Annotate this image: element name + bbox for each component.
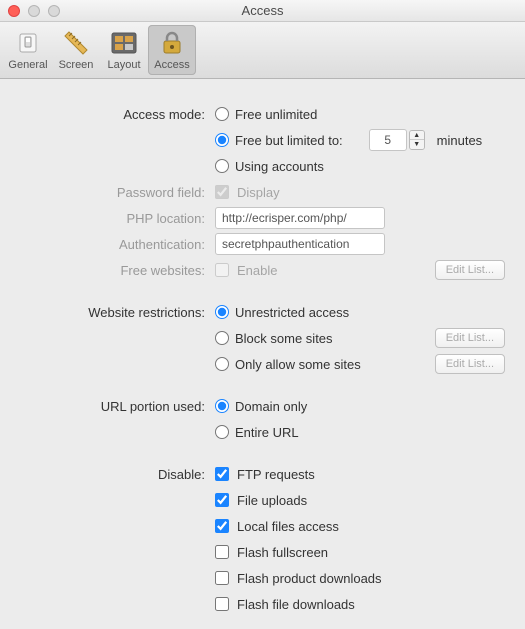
edit-list-button[interactable]: Edit List... xyxy=(435,260,505,280)
checkbox-label: File uploads xyxy=(237,493,307,508)
checkbox-file-uploads[interactable] xyxy=(215,493,229,507)
radio-only-allow[interactable] xyxy=(215,357,229,371)
checkbox-enable-free-websites xyxy=(215,263,229,277)
titlebar: Access xyxy=(0,0,525,22)
checkbox-flash-product-downloads[interactable] xyxy=(215,571,229,585)
php-location-input[interactable] xyxy=(215,207,385,229)
tab-layout[interactable]: Layout xyxy=(100,25,148,75)
authentication-input[interactable] xyxy=(215,233,385,255)
toolbar: General Screen Layout Access xyxy=(0,22,525,79)
radio-entire-url[interactable] xyxy=(215,425,229,439)
tab-screen[interactable]: Screen xyxy=(52,25,100,75)
checkbox-ftp-requests[interactable] xyxy=(215,467,229,481)
disable-label: Disable: xyxy=(20,467,215,482)
lock-icon xyxy=(158,29,186,57)
tab-label: Screen xyxy=(59,59,94,71)
checkbox-local-files[interactable] xyxy=(215,519,229,533)
radio-unrestricted[interactable] xyxy=(215,305,229,319)
authentication-label: Authentication: xyxy=(20,237,215,252)
layout-icon xyxy=(110,29,138,57)
window-title: Access xyxy=(0,3,525,18)
checkbox-label: Local files access xyxy=(237,519,339,534)
tab-access[interactable]: Access xyxy=(148,25,196,75)
ruler-icon xyxy=(62,29,90,57)
edit-list-button[interactable]: Edit List... xyxy=(435,354,505,374)
edit-list-button[interactable]: Edit List... xyxy=(435,328,505,348)
radio-label: Free unlimited xyxy=(235,107,317,122)
radio-label: Domain only xyxy=(235,399,307,414)
radio-block-some[interactable] xyxy=(215,331,229,345)
checkbox-label: Display xyxy=(237,185,280,200)
checkbox-label: Enable xyxy=(237,263,277,278)
radio-free-unlimited[interactable] xyxy=(215,107,229,121)
minutes-stepper[interactable]: ▲ ▼ xyxy=(409,130,425,150)
checkbox-label: Flash fullscreen xyxy=(237,545,328,560)
content-pane: Access mode: Free unlimited Free but lim… xyxy=(0,79,525,629)
checkbox-label: Flash product downloads xyxy=(237,571,382,586)
website-restrictions-label: Website restrictions: xyxy=(20,305,215,320)
minutes-input[interactable] xyxy=(369,129,407,151)
free-websites-label: Free websites: xyxy=(20,263,215,278)
url-portion-label: URL portion used: xyxy=(20,399,215,414)
radio-label: Entire URL xyxy=(235,425,299,440)
switch-icon xyxy=(14,29,42,57)
checkbox-label: FTP requests xyxy=(237,467,315,482)
minutes-label: minutes xyxy=(437,133,483,148)
chevron-down-icon[interactable]: ▼ xyxy=(410,140,424,149)
radio-label: Block some sites xyxy=(235,331,333,346)
password-field-label: Password field: xyxy=(20,185,215,200)
tab-label: Access xyxy=(154,59,189,71)
checkbox-flash-fullscreen[interactable] xyxy=(215,545,229,559)
php-location-label: PHP location: xyxy=(20,211,215,226)
tab-label: General xyxy=(8,59,47,71)
radio-using-accounts[interactable] xyxy=(215,159,229,173)
tab-general[interactable]: General xyxy=(4,25,52,75)
checkbox-display xyxy=(215,185,229,199)
radio-domain-only[interactable] xyxy=(215,399,229,413)
tab-label: Layout xyxy=(107,59,140,71)
radio-label: Only allow some sites xyxy=(235,357,361,372)
access-mode-label: Access mode: xyxy=(20,107,215,122)
checkbox-label: Flash file downloads xyxy=(237,597,355,612)
radio-label: Using accounts xyxy=(235,159,324,174)
radio-free-limited[interactable] xyxy=(215,133,229,147)
chevron-up-icon[interactable]: ▲ xyxy=(410,131,424,140)
radio-label: Unrestricted access xyxy=(235,305,349,320)
radio-label: Free but limited to: xyxy=(235,133,343,148)
